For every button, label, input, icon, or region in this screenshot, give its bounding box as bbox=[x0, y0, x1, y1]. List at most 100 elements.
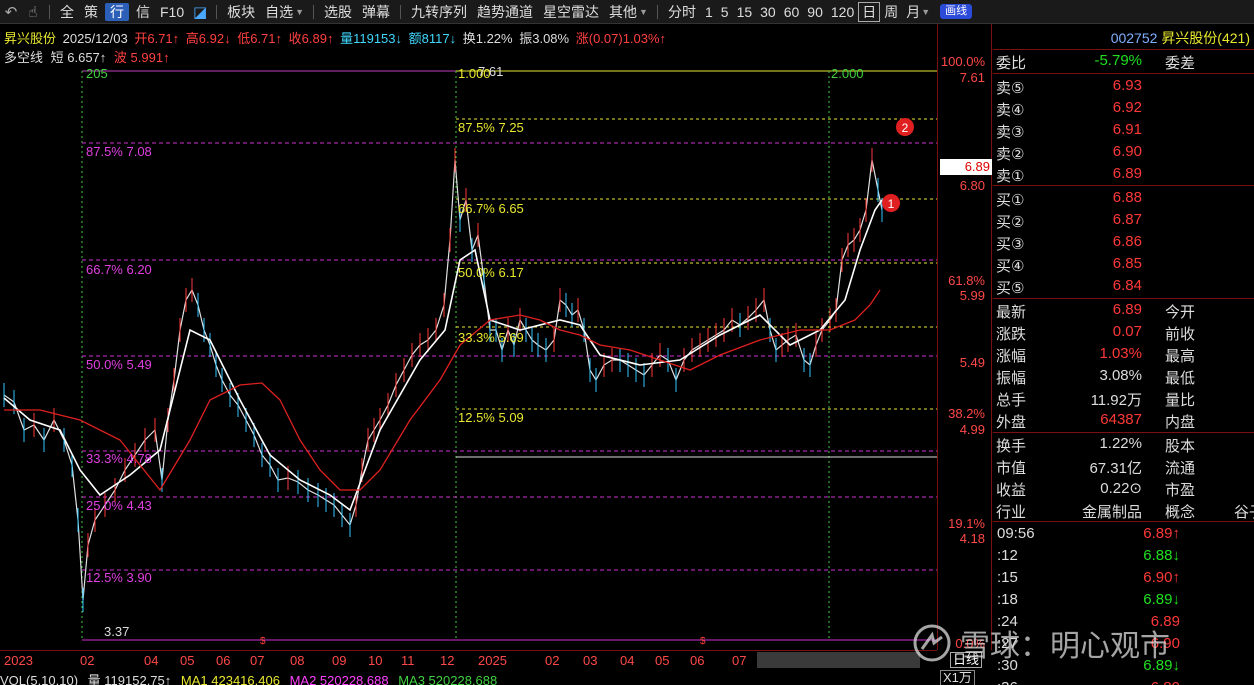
fib-label-mid: 33.3% 5.69 bbox=[458, 330, 524, 345]
order-price: 6.89 bbox=[1112, 165, 1142, 182]
tick-time: :15 bbox=[997, 569, 1018, 586]
chevron-down-icon[interactable]: ▼ bbox=[921, 7, 930, 17]
axis-label-382pct: 38.2% bbox=[948, 406, 985, 421]
axis-label-price: 4.18 bbox=[959, 531, 985, 546]
fib-label-left: 66.7% 6.20 bbox=[86, 262, 152, 277]
toolbar-item-all[interactable]: 全 bbox=[55, 0, 79, 24]
watermark-text: 雪球：明心观市 bbox=[960, 630, 1170, 663]
price-axis: 100.0% 7.61 6.80 61.8% 5.99 5.49 38.2% 4… bbox=[937, 24, 992, 651]
tick-row: :18 6.89↓ bbox=[993, 589, 1254, 611]
tick-row: :12 6.88↓ bbox=[993, 545, 1254, 567]
current-price-tag: 6.89 bbox=[940, 159, 992, 175]
tick-row: :15 6.90↑ bbox=[993, 567, 1254, 589]
period-week[interactable]: 周 bbox=[880, 0, 902, 24]
chevron-down-icon[interactable]: ▼ bbox=[639, 7, 648, 17]
stat-row: 行业 金属制品 概念 谷子 bbox=[993, 499, 1254, 521]
fib-label-left: 87.5% 7.08 bbox=[86, 144, 152, 159]
order-label: 买③ bbox=[996, 236, 1025, 253]
sell-order-row[interactable]: 卖② 6.90 bbox=[993, 141, 1254, 163]
price-series bbox=[3, 148, 883, 612]
xueqiu-logo-icon bbox=[913, 624, 951, 662]
vol-name[interactable]: VOL(5,10,10) bbox=[0, 673, 78, 685]
sell-order-row[interactable]: 卖① 6.89 bbox=[993, 163, 1254, 185]
vol-ma3: MA3 520228.688 bbox=[398, 673, 498, 685]
stat-label: 收益 bbox=[996, 482, 1027, 499]
period-120[interactable]: 120 bbox=[827, 0, 858, 24]
toolbar-item-sector[interactable]: 板块 bbox=[222, 0, 260, 24]
time-label: 04 bbox=[620, 653, 635, 668]
fib-label-mid: 66.7% 6.65 bbox=[458, 201, 524, 216]
stat-value: 1.03% bbox=[1099, 345, 1142, 362]
weibi-value: -5.79% bbox=[1094, 52, 1142, 69]
chevron-down-icon[interactable]: ▼ bbox=[295, 7, 304, 17]
buy-order-row[interactable]: 买① 6.88 bbox=[993, 187, 1254, 209]
candlestick-chart[interactable]: 205 1.0007.61 2.00087.5% 7.0866.7% 6.2050.… bbox=[0, 60, 937, 650]
order-price: 6.93 bbox=[1112, 77, 1142, 94]
cycle-label: 205 bbox=[86, 66, 108, 81]
vol-ma1: MA1 423416.406 bbox=[180, 673, 280, 685]
time-scrollbar[interactable] bbox=[757, 652, 920, 668]
sell-order-row[interactable]: 卖⑤ 6.93 bbox=[993, 75, 1254, 97]
stat-row: 振幅 3.08% 最低 bbox=[993, 365, 1254, 387]
toolbar-item-stock-picker[interactable]: 选股 bbox=[319, 0, 357, 24]
toolbar-item-nine-turn[interactable]: 九转序列 bbox=[406, 0, 472, 24]
stat-label: 行业 bbox=[996, 504, 1027, 521]
fib-label-left: 50.0% 5.49 bbox=[86, 357, 152, 372]
toolbar-item-strategy[interactable]: 策 bbox=[79, 0, 103, 24]
period-5[interactable]: 5 bbox=[717, 0, 733, 24]
weicha-label: 委差 bbox=[1165, 55, 1196, 72]
period-60[interactable]: 60 bbox=[780, 0, 804, 24]
toolbar-item-quote[interactable]: 行 bbox=[105, 2, 129, 21]
toolbar-item-radar[interactable]: 星空雷达 bbox=[538, 0, 604, 24]
draw-line-button[interactable]: 画线 bbox=[940, 4, 973, 19]
period-day[interactable]: 日 bbox=[858, 1, 881, 22]
toolbar-item-trend-channel[interactable]: 趋势通道 bbox=[472, 0, 538, 24]
toolbar-item-f10[interactable]: F10 bbox=[155, 0, 189, 24]
vol-qty: 量 119152.75↑ bbox=[87, 673, 172, 685]
time-label: 2023 bbox=[4, 653, 33, 668]
low-value: 低6.71↑ bbox=[237, 31, 283, 46]
buy-order-row[interactable]: 买③ 6.86 bbox=[993, 231, 1254, 253]
stat-row: 市值 67.31亿 流通 bbox=[993, 455, 1254, 477]
toolbar-item-danmaku[interactable]: 弹幕 bbox=[357, 0, 395, 24]
time-label: 03 bbox=[583, 653, 598, 668]
period-1[interactable]: 1 bbox=[701, 0, 717, 24]
sell-order-row[interactable]: 卖④ 6.92 bbox=[993, 97, 1254, 119]
toolbar-item-other[interactable]: 其他 bbox=[604, 0, 642, 24]
stat-label: 涨跌 bbox=[996, 326, 1027, 343]
order-price: 6.92 bbox=[1112, 99, 1142, 116]
toolbar: ↶ ☝ 全 策 行 信 F10 ◪ 板块 自选 ▼ 选股 弹幕 九转序列 趋势通… bbox=[0, 0, 1254, 24]
tick-time: :18 bbox=[997, 591, 1018, 608]
time-label: 07 bbox=[250, 653, 265, 668]
hand-cursor-icon[interactable]: ☝ bbox=[22, 0, 44, 24]
toolbar-divider bbox=[216, 4, 218, 19]
period-15[interactable]: 15 bbox=[733, 0, 757, 24]
fib-label-mid: 50.0% 6.17 bbox=[458, 265, 524, 280]
stat-label[interactable]: 概念 bbox=[1165, 501, 1195, 522]
buy-order-row[interactable]: 买⑤ 6.84 bbox=[993, 275, 1254, 297]
order-label: 卖② bbox=[996, 146, 1025, 163]
window-layout-icon[interactable]: ◪ bbox=[189, 0, 211, 24]
toolbar-divider bbox=[656, 4, 658, 19]
period-90[interactable]: 90 bbox=[803, 0, 827, 24]
tick-price: 6.88↓ bbox=[1143, 547, 1180, 564]
toolbar-item-info[interactable]: 信 bbox=[131, 0, 155, 24]
time-label: 12 bbox=[440, 653, 455, 668]
stat-label: 最高 bbox=[1165, 348, 1196, 365]
stock-name-panel: 昇兴股份(421) bbox=[1161, 30, 1250, 46]
tick-time: 09:56 bbox=[997, 525, 1035, 542]
time-label: 02 bbox=[80, 653, 95, 668]
stat-value: 6.89 bbox=[1112, 301, 1142, 318]
period-30[interactable]: 30 bbox=[756, 0, 780, 24]
tick-price: 6.89↑ bbox=[1143, 525, 1180, 542]
period-intraday[interactable]: 分时 bbox=[663, 0, 701, 24]
stat-label: 振幅 bbox=[996, 370, 1027, 387]
buy-order-row[interactable]: 买② 6.87 bbox=[993, 209, 1254, 231]
order-label: 买① bbox=[996, 192, 1025, 209]
buy-order-row[interactable]: 买④ 6.85 bbox=[993, 253, 1254, 275]
sell-order-row[interactable]: 卖③ 6.91 bbox=[993, 119, 1254, 141]
toolbar-item-watchlist[interactable]: 自选 bbox=[260, 0, 298, 24]
order-price: 6.90 bbox=[1112, 143, 1142, 160]
tick-price: 6.89 bbox=[1151, 679, 1180, 685]
back-icon[interactable]: ↶ bbox=[0, 0, 22, 24]
